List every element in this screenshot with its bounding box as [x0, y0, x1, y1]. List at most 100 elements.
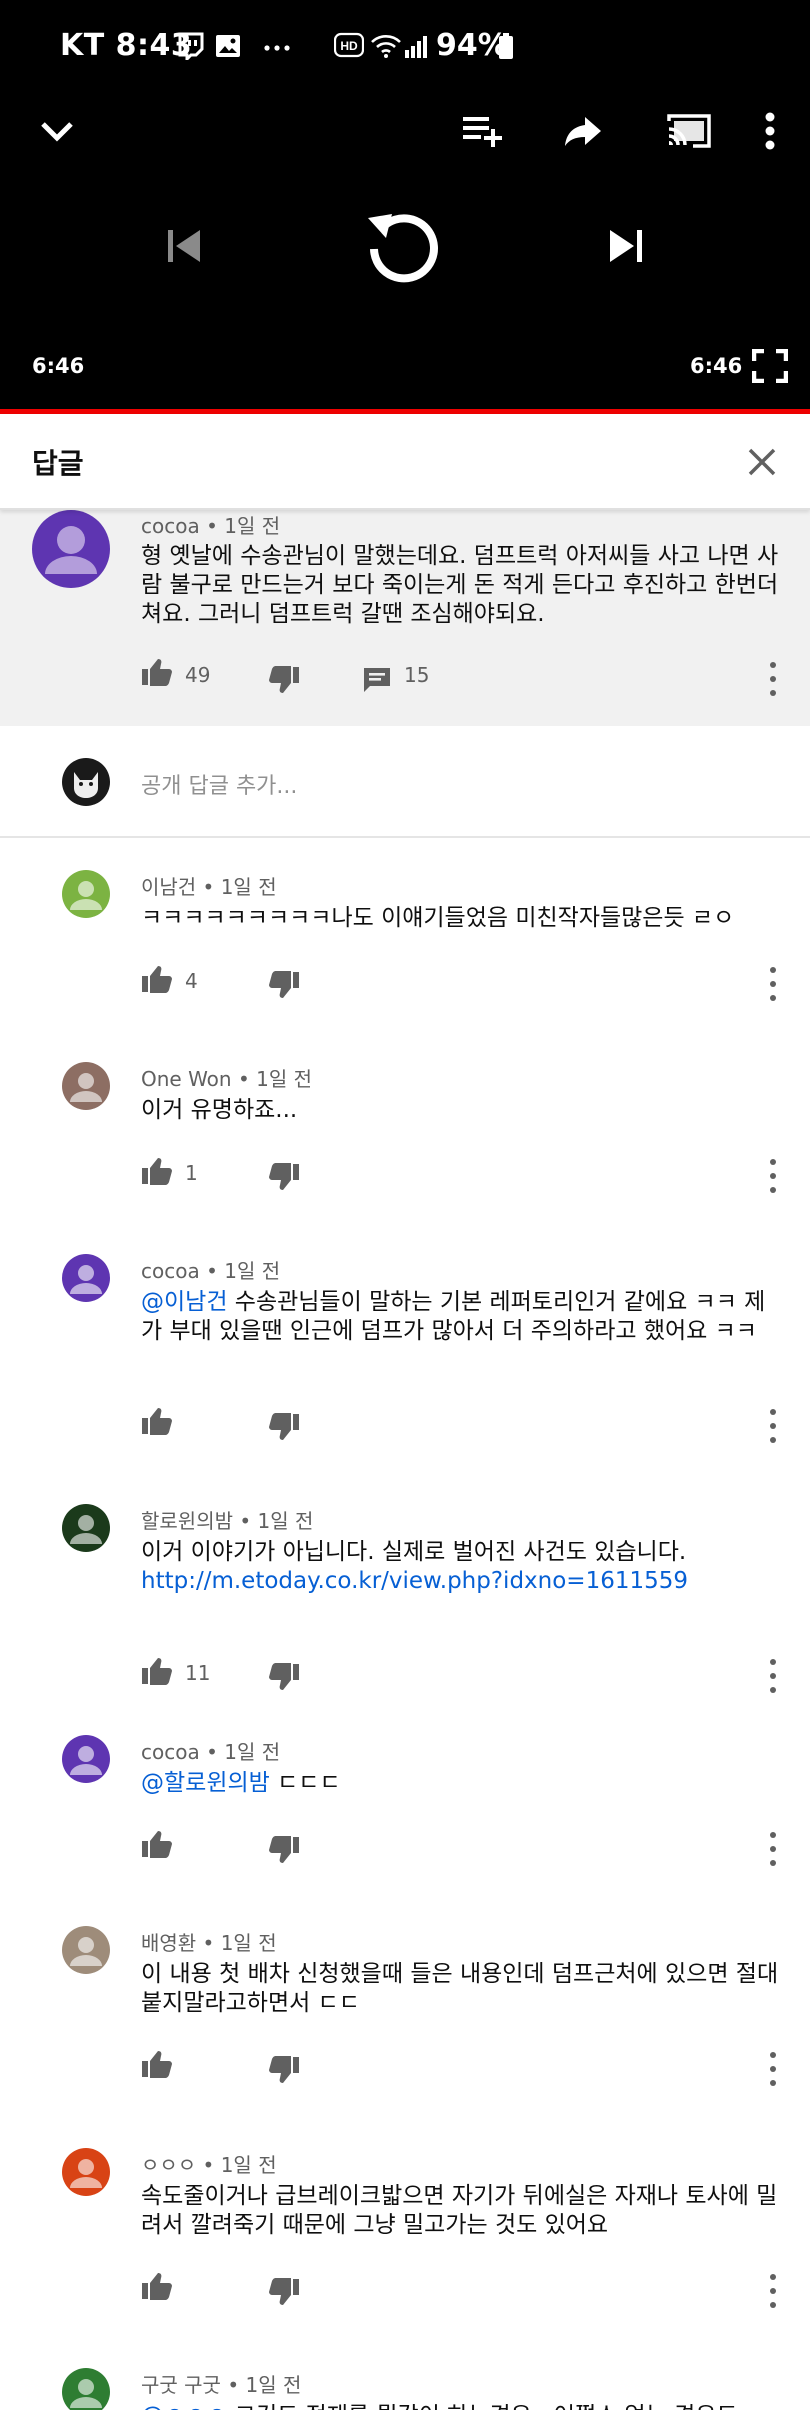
reply-item: 이남건 • 1일 전 ㅋㅋㅋㅋㅋㅋㅋㅋㅋ나도 이얘기들었음 미친작자들많은듯 ㄹㅇ…: [0, 862, 810, 1001]
avatar[interactable]: [62, 1926, 110, 1974]
thumb-down-icon: [269, 2278, 299, 2305]
reply-item: cocoa • 1일 전 @이남건 수송관님들이 말하는 기본 레퍼토리인거 같에…: [0, 1246, 810, 1443]
default-avatar-icon: [70, 881, 102, 910]
add-to-queue-button[interactable]: [456, 104, 510, 158]
dislike-button[interactable]: [268, 1163, 300, 1191]
cat-avatar-icon: [74, 772, 98, 798]
reply-more-button[interactable]: [765, 1409, 781, 1443]
mention-link[interactable]: @할로윈의밤: [141, 1770, 270, 1796]
thumb-down-icon: [269, 971, 299, 998]
avatar[interactable]: [62, 2368, 110, 2410]
parent-comment: cocoa • 1일 전 형 옛날에 수송관님이 말했는데요. 덤프트럭 아저씨…: [0, 510, 810, 726]
comment-more-button[interactable]: [765, 662, 781, 696]
dislike-button[interactable]: [268, 666, 300, 694]
wifi-icon: [371, 35, 401, 58]
reply-body: ㅋㅋㅋㅋㅋㅋㅋㅋㅋ나도 이얘기들었음 미친작자들많은듯 ㄹㅇ: [141, 905, 735, 931]
dislike-button[interactable]: [268, 1413, 300, 1441]
fullscreen-button[interactable]: [748, 346, 792, 386]
like-button[interactable]: [141, 2050, 173, 2078]
duration: 6:46: [690, 354, 743, 378]
dislike-button[interactable]: [268, 2056, 300, 2084]
skip-next-icon: [610, 230, 642, 262]
reply-more-button[interactable]: [765, 2274, 781, 2308]
reply-text: 속도줄이거나 급브레이크밟으면 자기가 뒤에실은 자재나 토사에 밀려서 깔려죽…: [141, 2182, 781, 2240]
default-avatar-icon: [70, 2159, 102, 2188]
reply-more-button[interactable]: [765, 1159, 781, 1193]
thumb-up-icon: [142, 659, 172, 686]
reply-body: ㄷㄷㄷ: [269, 1770, 341, 1796]
fullscreen-icon: [752, 349, 788, 383]
reply-more-button[interactable]: [765, 1659, 781, 1693]
replay-icon: [368, 214, 438, 283]
thumb-down-icon: [269, 2056, 299, 2083]
close-icon: [748, 448, 776, 476]
dislike-button[interactable]: [268, 2278, 300, 2306]
default-avatar-icon: [70, 1265, 102, 1294]
reply-body: 이거 이야기가 아닙니다. 실제로 벌어진 사건도 있습니다.: [141, 1539, 687, 1565]
reply-text: @할로윈의밤 ㄷㄷㄷ: [141, 1769, 781, 1798]
like-count: 49: [185, 663, 211, 687]
previous-button[interactable]: [156, 218, 212, 274]
player-more-button[interactable]: [752, 104, 788, 158]
reply-body: 이 내용 첫 배차 신청했을때 들은 내용인데 덤프근처에 있으면 절대 붙지말…: [141, 1961, 779, 2016]
avatar[interactable]: [62, 1504, 110, 1552]
dislike-button[interactable]: [268, 971, 300, 999]
avatar[interactable]: [62, 2148, 110, 2196]
more-vert-icon: [765, 112, 775, 150]
default-avatar-icon: [70, 1073, 102, 1102]
status-bar: KT 8:43 HD 94%: [0, 0, 810, 96]
avatar[interactable]: [32, 510, 110, 588]
reply-count-button[interactable]: [362, 666, 392, 694]
like-button[interactable]: [141, 1830, 173, 1858]
reply-meta: cocoa • 1일 전: [141, 1259, 281, 1283]
reply-item: 구굿 구굿 • 1일 전 @ㅇㅇㅇ 그것도 적재를 뭘갈이 하는경우.. 어쩔스 …: [0, 2360, 810, 2410]
comment-text: 형 옛날에 수송관님이 말했는데요. 덤프트럭 아저씨들 사고 나면 사람 불구…: [141, 543, 779, 627]
thumb-up-icon: [142, 1158, 172, 1185]
mention-link[interactable]: @이남건: [141, 1289, 227, 1315]
battery-icon: [499, 33, 513, 59]
minimize-player-button[interactable]: [30, 104, 84, 158]
like-button[interactable]: [141, 1407, 173, 1435]
like-button[interactable]: [141, 2272, 173, 2300]
reply-more-button[interactable]: [765, 1832, 781, 1866]
add-reply-row[interactable]: 공개 답글 추가...: [0, 726, 810, 838]
thumb-down-icon: [269, 1836, 299, 1863]
avatar[interactable]: [62, 1062, 110, 1110]
like-button[interactable]: [141, 965, 173, 993]
avatar[interactable]: [62, 1735, 110, 1783]
thumb-up-icon: [142, 2273, 172, 2300]
avatar[interactable]: [62, 1254, 110, 1302]
replies-title: 답글: [32, 447, 84, 480]
thumb-down-icon: [269, 1413, 299, 1440]
default-avatar-icon: [70, 1746, 102, 1775]
share-button[interactable]: [556, 104, 610, 158]
reply-text: ㅋㅋㅋㅋㅋㅋㅋㅋㅋ나도 이얘기들었음 미친작자들많은듯 ㄹㅇ: [141, 904, 781, 933]
like-button[interactable]: [141, 658, 173, 686]
video-player[interactable]: KT 8:43 HD 94% 6:46 6:46: [0, 0, 810, 414]
chevron-down-icon: [41, 122, 73, 142]
replies-header: 답글: [0, 414, 810, 510]
mention-link[interactable]: @ㅇㅇㅇ: [141, 2403, 227, 2410]
thumb-up-icon: [142, 1658, 172, 1685]
reply-more-button[interactable]: [765, 967, 781, 1001]
comment-icon: [364, 668, 390, 692]
playlist-add-icon: [463, 117, 502, 147]
thumb-up-icon: [142, 1408, 172, 1435]
next-button[interactable]: [598, 218, 654, 274]
reply-body: 이거 유명하죠...: [141, 1097, 298, 1123]
dislike-button[interactable]: [268, 1663, 300, 1691]
like-count: 11: [185, 1661, 211, 1685]
like-button[interactable]: [141, 1157, 173, 1185]
dislike-button[interactable]: [268, 1836, 300, 1864]
add-reply-input[interactable]: 공개 답글 추가...: [141, 768, 297, 800]
avatar[interactable]: [62, 870, 110, 918]
reply-meta: 이남건 • 1일 전: [141, 875, 277, 899]
replay-button[interactable]: [354, 196, 454, 296]
url-link[interactable]: http://m.etoday.co.kr/view.php?idxno=161…: [141, 1568, 688, 1594]
like-button[interactable]: [141, 1657, 173, 1685]
reply-more-button[interactable]: [765, 2052, 781, 2086]
reply-item: cocoa • 1일 전 @할로윈의밤 ㄷㄷㄷ: [0, 1727, 810, 1866]
cast-button[interactable]: [660, 104, 718, 158]
reply-text: 이 내용 첫 배차 신청했을때 들은 내용인데 덤프근처에 있으면 절대 붙지말…: [141, 1960, 781, 2018]
close-replies-button[interactable]: [740, 440, 784, 484]
